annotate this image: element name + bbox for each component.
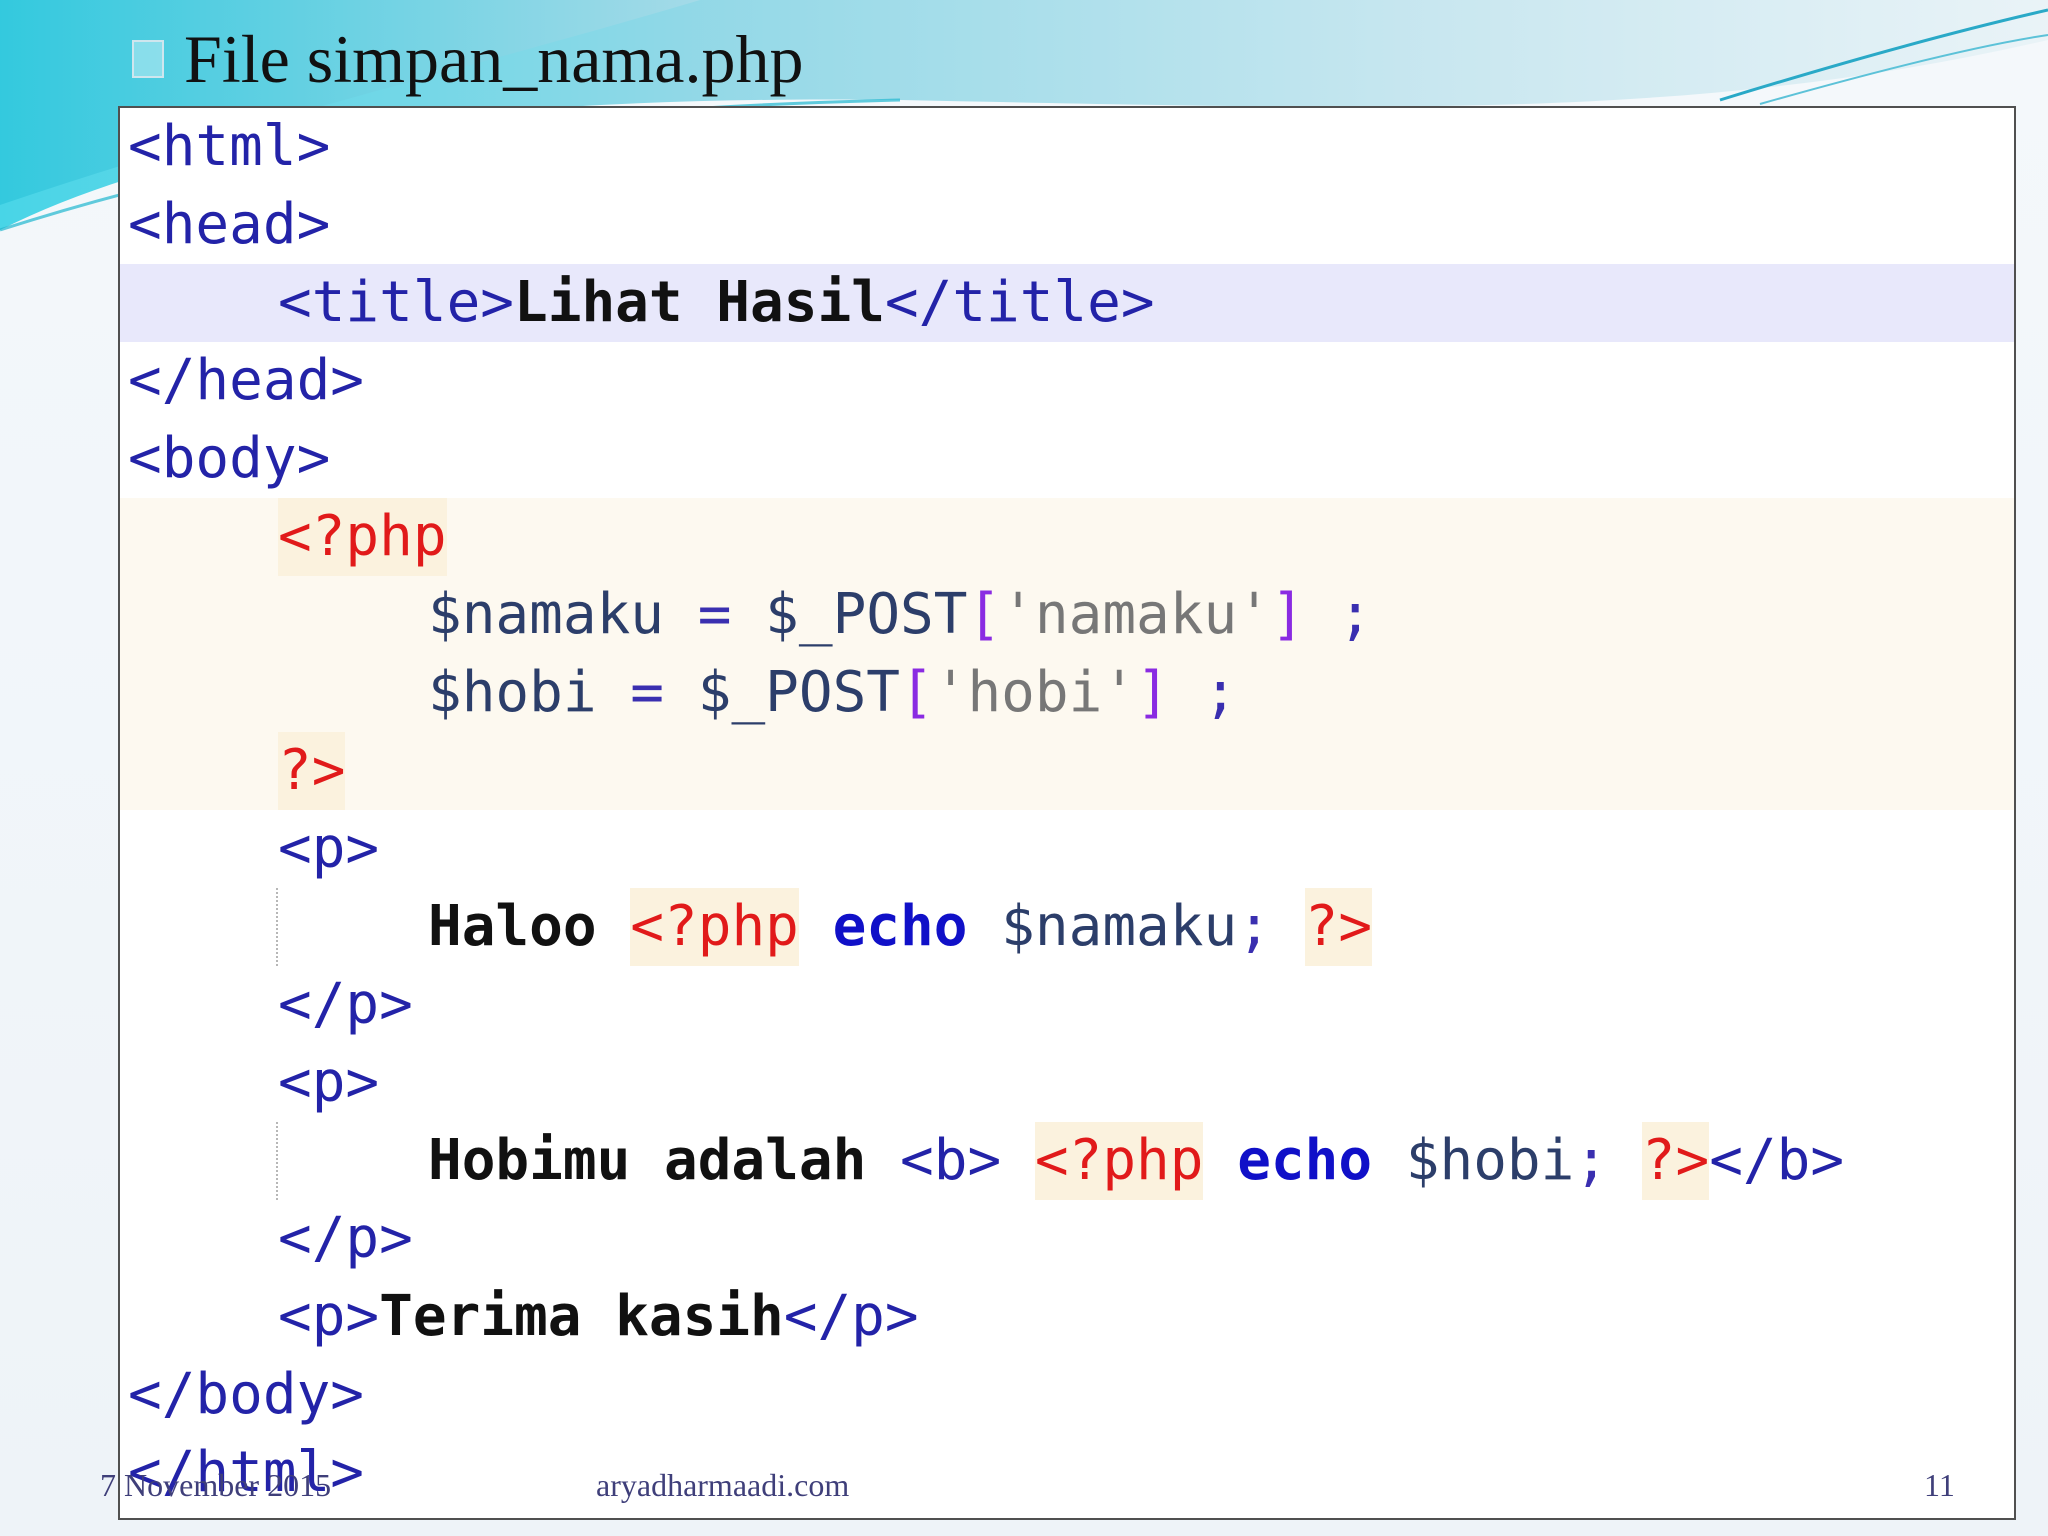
- code-token: <head>: [128, 192, 331, 257]
- code-token: ;: [1237, 894, 1271, 959]
- code-token: <p>: [278, 1050, 380, 1115]
- code-token: </p>: [278, 1206, 413, 1271]
- code-token: Lihat Hasil: [514, 270, 885, 335]
- code-token: echo: [1237, 1128, 1373, 1193]
- code-token: =: [596, 660, 698, 725]
- code-token: <?php: [278, 498, 447, 576]
- code-token: $hobi: [1405, 1128, 1575, 1193]
- code-token: echo: [832, 894, 968, 959]
- code-token: [: [967, 582, 1002, 647]
- code-token: <html>: [128, 114, 331, 179]
- code-token: </b>: [1709, 1128, 1845, 1193]
- code-token: Hobimu adalah: [428, 1128, 901, 1193]
- code-line: </body>: [120, 1356, 2014, 1434]
- code-token: =: [664, 582, 766, 647]
- code-line: $namaku = $_POST['namaku'] ;: [120, 576, 2014, 654]
- code-token: ;: [1169, 660, 1238, 725]
- code-line: <body>: [120, 420, 2014, 498]
- code-token: </title>: [884, 270, 1155, 335]
- code-token: <title>: [278, 270, 515, 335]
- code-token: </body>: [128, 1362, 365, 1427]
- code-token: $namaku: [428, 582, 665, 647]
- code-line: ?>: [120, 732, 2014, 810]
- code-token: Terima kasih: [379, 1284, 784, 1349]
- code-line: <?php: [120, 498, 2014, 576]
- code-line: </html>: [120, 1434, 2014, 1512]
- code-line: $hobi = $_POST['hobi'] ;: [120, 654, 2014, 732]
- code-token: $_POST: [765, 582, 968, 647]
- code-token: </p>: [783, 1284, 919, 1349]
- code-token: <b>: [900, 1128, 1002, 1193]
- code-screenshot: <html> <head> <title>Lihat Hasil</title> </…: [118, 106, 2016, 1520]
- code-line: </head>: [120, 342, 2014, 420]
- code-token: <p>: [278, 1284, 380, 1349]
- code-line: </p>: [120, 1200, 2014, 1278]
- code-line: <p>Terima kasih</p>: [120, 1278, 2014, 1356]
- code-token: <body>: [128, 426, 331, 491]
- code-token: <p>: [278, 816, 380, 881]
- slide-title: File simpan_nama.php: [184, 21, 804, 97]
- code-token: ;: [1574, 1128, 1609, 1193]
- code-line: </p>: [120, 966, 2014, 1044]
- code-line: <title>Lihat Hasil</title>: [120, 264, 2014, 342]
- code-token: 'hobi': [933, 660, 1137, 725]
- code-line: <head>: [120, 186, 2014, 264]
- code-token: [: [900, 660, 934, 725]
- code-token: $_POST: [697, 660, 901, 725]
- code-token: ?>: [1304, 888, 1373, 966]
- code-token: $hobi: [428, 660, 597, 725]
- code-token: ?>: [278, 732, 346, 810]
- code-token: ?>: [1641, 1122, 1710, 1200]
- code-line: <p>: [120, 810, 2014, 888]
- title-bullet-icon: [132, 40, 164, 78]
- code-token: </head>: [128, 348, 365, 413]
- code-token: <?php: [1034, 1122, 1204, 1200]
- footer-site: aryadharmaadi.com: [596, 1467, 850, 1503]
- code-line: Haloo <?php echo $namaku; ?>: [120, 888, 2014, 966]
- code-token: ]: [1270, 582, 1305, 647]
- code-token: </p>: [278, 972, 413, 1037]
- code-token: <?php: [630, 888, 799, 966]
- code-line: <p>: [120, 1044, 2014, 1122]
- code-line: Hobimu adalah <b> <?php echo $hobi; ?></…: [120, 1122, 2014, 1200]
- footer-date: 7 November 2015: [100, 1467, 332, 1503]
- code-token: ;: [1304, 582, 1373, 647]
- code-token: 'namaku': [1001, 582, 1271, 647]
- code-line: <html>: [120, 108, 2014, 186]
- code-token: ]: [1136, 660, 1170, 725]
- code-token: Haloo: [428, 894, 631, 959]
- code-token: $namaku: [1001, 894, 1238, 959]
- page-number: 11: [1924, 1467, 1955, 1503]
